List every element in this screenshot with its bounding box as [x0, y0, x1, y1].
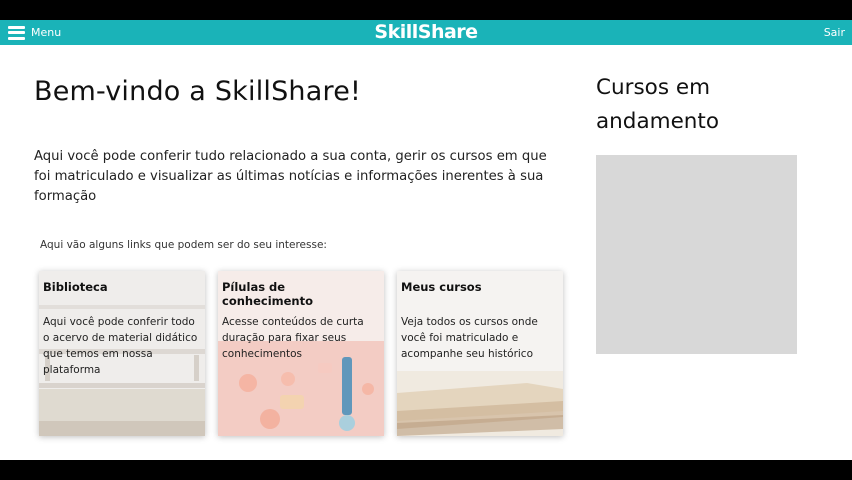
card-title: Biblioteca	[43, 280, 108, 294]
menu-label: Menu	[31, 26, 62, 39]
intro-text: Aqui você pode conferir tudo relacionado…	[34, 149, 547, 204]
card-library[interactable]: Biblioteca Aqui você pode conferir todo …	[39, 271, 205, 436]
brand-logo: SkillShare	[374, 21, 478, 43]
navbar: Menu SkillShare Sair	[0, 20, 852, 45]
menu-button[interactable]: Menu	[8, 24, 61, 41]
links-note: Aqui vão alguns links que podem ser do s…	[40, 239, 327, 251]
page-content: Bem-vindo a SkillShare! Aqui você pode c…	[0, 45, 852, 460]
card-title: Meus cursos	[401, 280, 482, 294]
courses-in-progress-title: Cursos em andamento	[596, 75, 720, 134]
card-knowledge-pills[interactable]: Pílulas de conhecimento Acesse conteúdos…	[218, 271, 384, 436]
card-title: Pílulas de conhecimento	[222, 280, 314, 308]
card-my-courses[interactable]: Meus cursos Veja todos os cursos onde vo…	[397, 271, 563, 436]
logout-link[interactable]: Sair	[824, 20, 845, 45]
top-letterbox	[0, 0, 852, 20]
card-description: Aqui você pode conferir todo o acervo de…	[43, 316, 198, 376]
page-title: Bem-vindo a SkillShare!	[34, 76, 362, 107]
card-description: Veja todos os cursos onde você foi matri…	[401, 316, 538, 360]
card-description: Acesse conteúdos de curta duração para f…	[222, 316, 364, 360]
hamburger-icon	[8, 25, 25, 40]
courses-in-progress-panel	[596, 155, 797, 354]
bottom-letterbox	[0, 460, 852, 480]
